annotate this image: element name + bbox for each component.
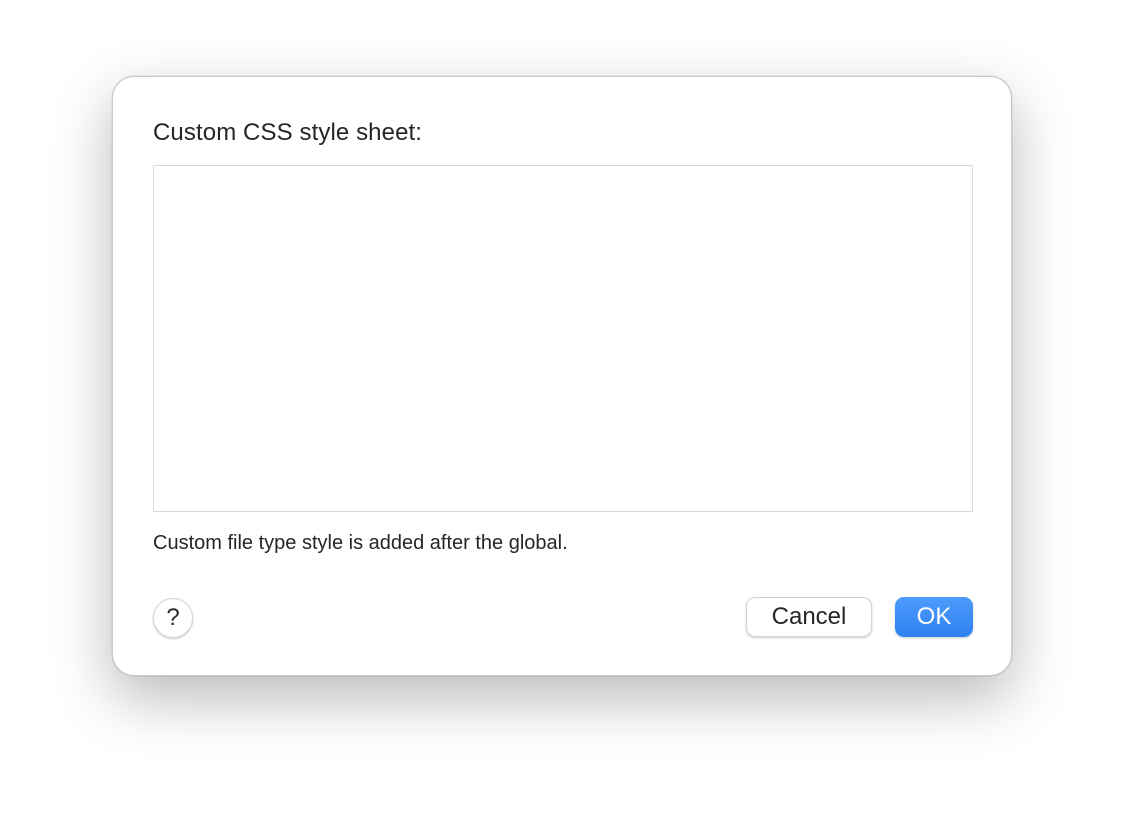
- help-button[interactable]: ?: [153, 598, 193, 638]
- question-mark-icon: ?: [166, 604, 180, 631]
- cancel-button-label: Cancel: [771, 603, 847, 630]
- ok-button[interactable]: OK: [895, 597, 973, 637]
- cancel-button[interactable]: Cancel: [746, 597, 872, 637]
- custom-css-dialog: Custom CSS style sheet: Custom file type…: [112, 76, 1012, 676]
- custom-css-input[interactable]: [153, 165, 973, 512]
- helper-note: Custom file type style is added after th…: [153, 532, 568, 554]
- ok-button-label: OK: [916, 603, 952, 630]
- dialog-title: Custom CSS style sheet:: [153, 119, 423, 146]
